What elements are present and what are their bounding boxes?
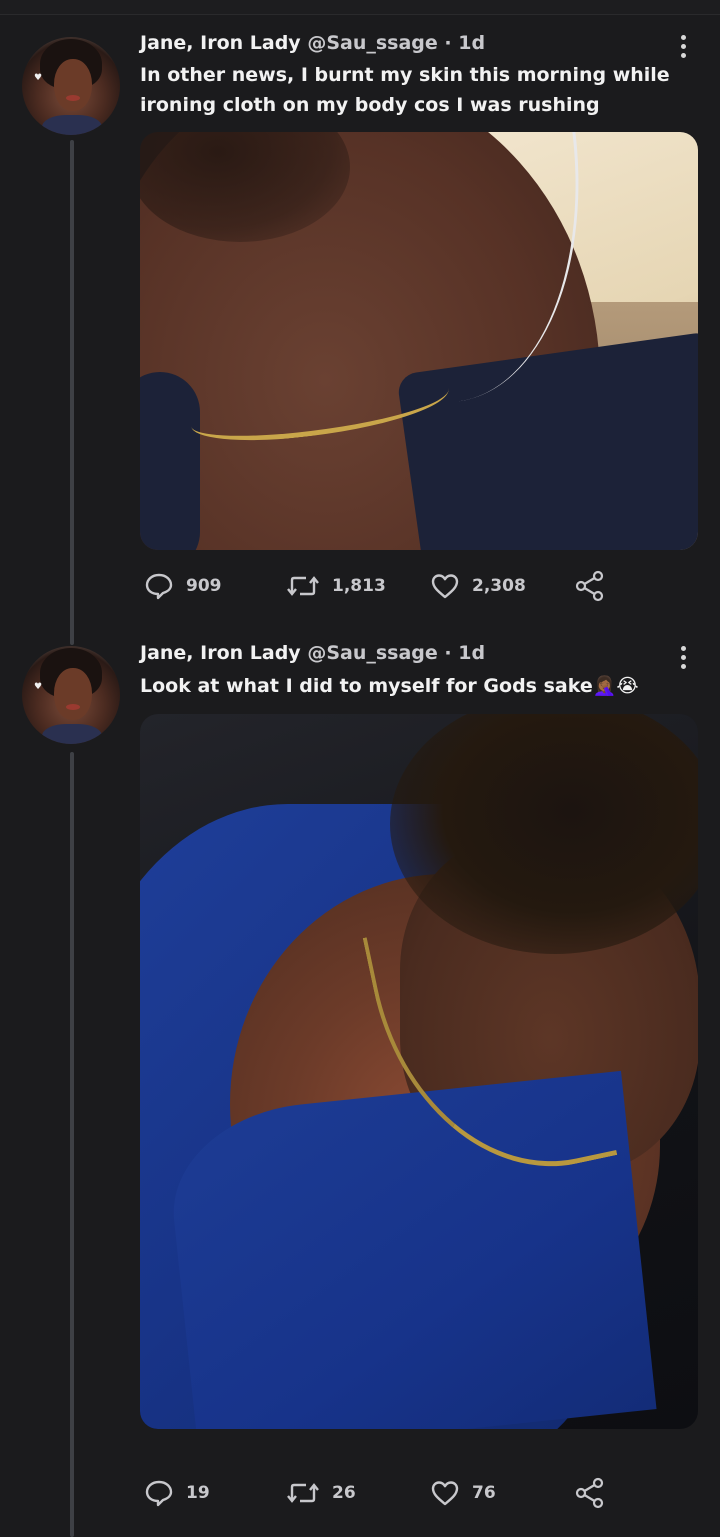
retweet-button[interactable]: 26	[286, 1473, 356, 1513]
like-count: 2,308	[472, 576, 526, 596]
more-options-icon[interactable]	[676, 35, 690, 58]
like-button[interactable]: 76	[430, 1473, 496, 1513]
retweet-count: 1,813	[332, 576, 386, 596]
tweet-photo[interactable]	[140, 132, 698, 550]
retweet-icon	[287, 576, 319, 596]
share-button[interactable]	[574, 566, 606, 606]
tweet-header: Jane, Iron Lady @Sau_ssage · 1d	[140, 32, 485, 54]
tweet-text: In other news, I burnt my skin this morn…	[140, 64, 670, 116]
heart-icon	[431, 1481, 459, 1506]
tweet[interactable]: ♥ Jane, Iron Lady @Sau_ssage · 1d In oth…	[0, 0, 720, 620]
share-icon	[575, 570, 604, 602]
reply-count: 909	[186, 576, 222, 596]
tweet-header: Jane, Iron Lady @Sau_ssage · 1d	[140, 642, 485, 664]
like-button[interactable]: 2,308	[430, 566, 526, 606]
author-handle[interactable]: @Sau_ssage	[307, 32, 437, 54]
reply-button[interactable]: 19	[144, 1473, 210, 1513]
retweet-icon	[287, 1483, 319, 1503]
reply-count: 19	[186, 1483, 210, 1503]
author-name[interactable]: Jane, Iron Lady	[140, 642, 301, 664]
author-name[interactable]: Jane, Iron Lady	[140, 32, 301, 54]
reply-icon	[145, 573, 173, 600]
tweet-time: · 1d	[444, 32, 486, 54]
share-button[interactable]	[574, 1473, 606, 1513]
heart-icon	[431, 574, 459, 599]
author-handle[interactable]: @Sau_ssage	[307, 642, 437, 664]
avatar[interactable]: ♥	[22, 646, 120, 744]
like-count: 76	[472, 1483, 496, 1503]
retweet-count: 26	[332, 1483, 356, 1503]
more-options-icon[interactable]	[676, 646, 690, 669]
tweet-actions: 19 26 76	[140, 1473, 620, 1513]
tweet-time: · 1d	[444, 642, 486, 664]
tweet-text: Look at what I did to myself for Gods sa…	[140, 675, 639, 697]
retweet-button[interactable]: 1,813	[286, 566, 386, 606]
tweet-actions: 909 1,813 2,308	[140, 566, 620, 606]
share-icon	[575, 1477, 604, 1509]
avatar[interactable]: ♥	[22, 37, 120, 135]
tweet-photo[interactable]	[140, 714, 698, 1429]
reply-button[interactable]: 909	[144, 566, 222, 606]
tweet[interactable]: ♥ Jane, Iron Lady @Sau_ssage · 1d Look a…	[0, 620, 720, 1537]
reply-icon	[145, 1480, 173, 1507]
